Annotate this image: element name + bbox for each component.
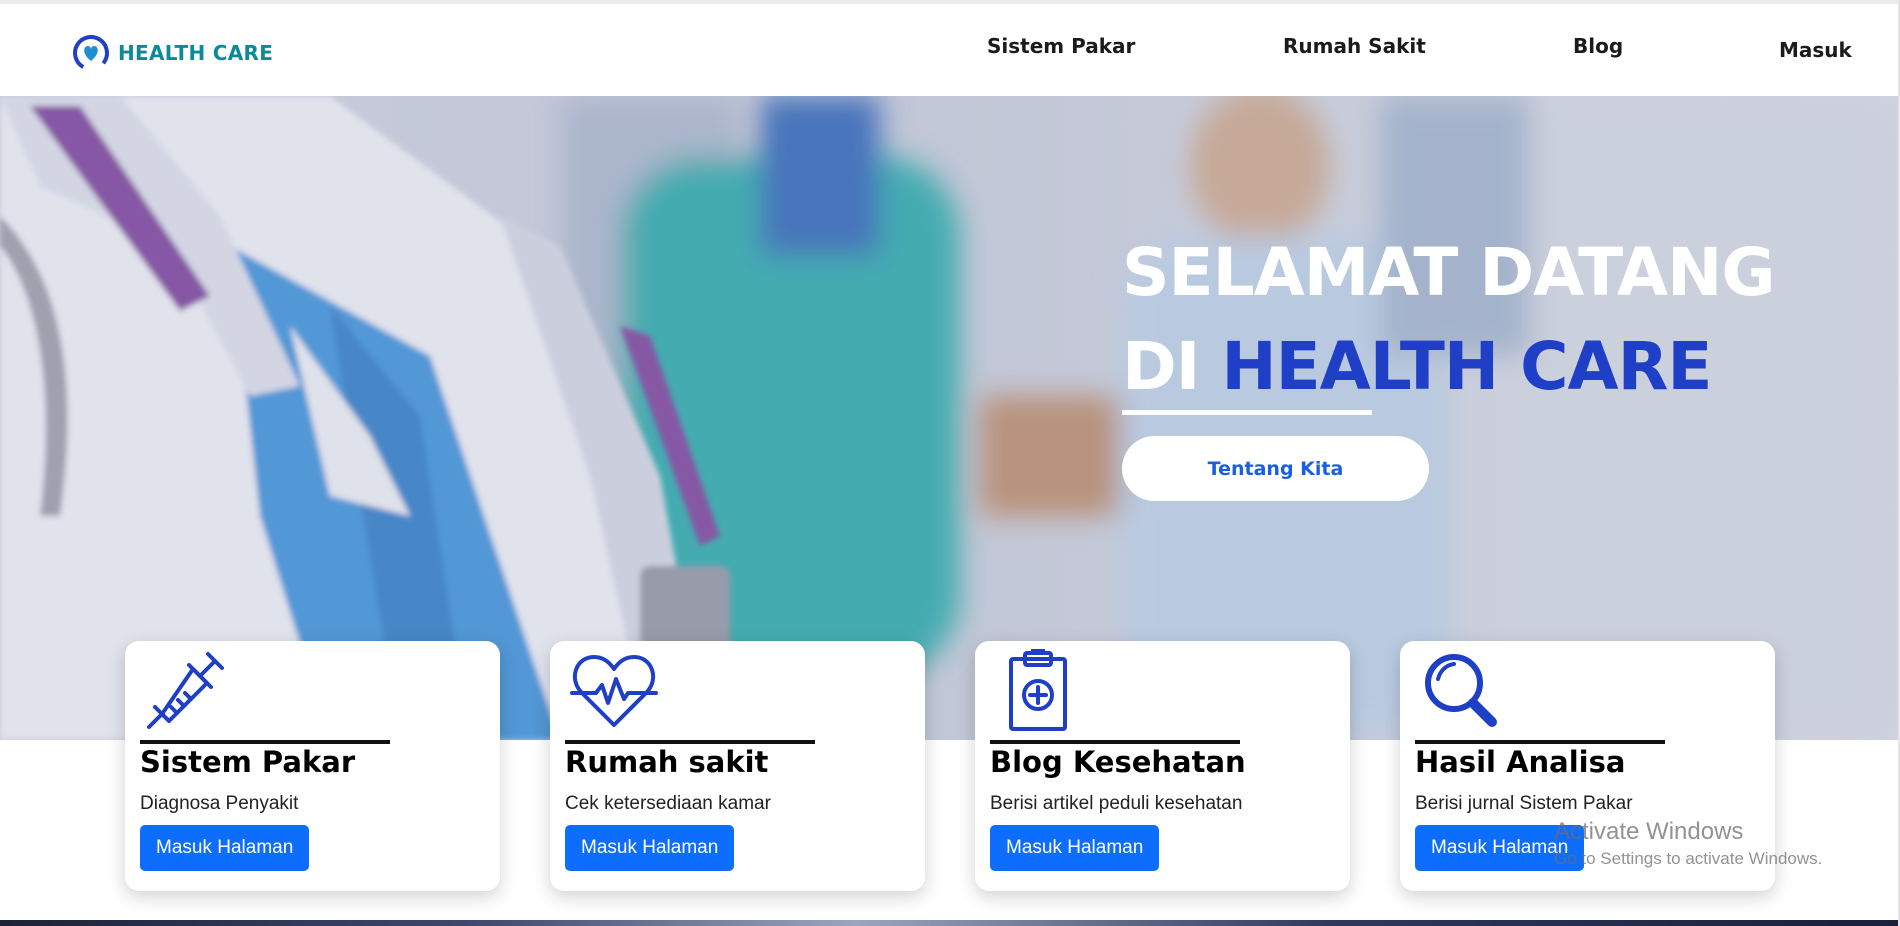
heartbeat-icon xyxy=(570,655,658,727)
watermark-title: Activate Windows xyxy=(1554,818,1744,845)
magnifier-icon xyxy=(1425,654,1497,727)
service-card-sistem-pakar: Sistem Pakar Diagnosa Penyakit Masuk Hal… xyxy=(125,641,500,891)
nav-sistem-pakar[interactable]: Sistem Pakar xyxy=(987,34,1135,58)
heart-hands-logo-icon xyxy=(73,35,109,71)
hero-underline xyxy=(1122,410,1372,415)
card-description: Berisi jurnal Sistem Pakar xyxy=(1415,793,1633,814)
card-divider xyxy=(140,740,390,744)
clipboard-plus-icon xyxy=(1009,649,1067,731)
next-section-edge xyxy=(0,920,1900,926)
card-title: Sistem Pakar xyxy=(140,745,356,779)
syringe-icon xyxy=(147,652,224,729)
card-title: Blog Kesehatan xyxy=(990,745,1246,779)
hero-title-line1: SELAMAT DATANG xyxy=(1122,234,1776,311)
service-card-blog-kesehatan: Blog Kesehatan Berisi artikel peduli kes… xyxy=(975,641,1350,891)
nav-blog[interactable]: Blog xyxy=(1573,34,1623,58)
navbar: HEALTH CARE Sistem Pakar Rumah Sakit Blo… xyxy=(0,4,1900,96)
brand-logo[interactable]: HEALTH CARE xyxy=(70,32,273,74)
card-enter-button[interactable]: Masuk Halaman xyxy=(140,825,310,871)
hero-title: SELAMAT DATANG DI HEALTH CARE xyxy=(1122,226,1776,414)
card-enter-button[interactable]: Masuk Halaman xyxy=(565,825,735,871)
card-description: Diagnosa Penyakit xyxy=(140,793,299,814)
watermark-subtitle: Go to Settings to activate Windows. xyxy=(1554,849,1823,868)
about-us-button[interactable]: Tentang Kita xyxy=(1122,436,1429,501)
card-enter-button[interactable]: Masuk Halaman xyxy=(990,825,1160,871)
card-description: Berisi artikel peduli kesehatan xyxy=(990,793,1243,814)
nav-rumah-sakit[interactable]: Rumah Sakit xyxy=(1283,34,1426,58)
brand-name: HEALTH CARE xyxy=(118,41,274,65)
card-divider xyxy=(565,740,815,744)
card-divider xyxy=(990,740,1240,744)
service-card-rumah-sakit: Rumah sakit Cek ketersediaan kamar Masuk… xyxy=(550,641,925,891)
card-description: Cek ketersediaan kamar xyxy=(565,793,771,814)
hero-title-prefix: DI xyxy=(1122,328,1200,405)
hero-title-accent: HEALTH CARE xyxy=(1221,328,1712,405)
card-title: Hasil Analisa xyxy=(1415,745,1626,779)
card-divider xyxy=(1415,740,1665,744)
nav-masuk[interactable]: Masuk xyxy=(1779,38,1852,62)
card-title: Rumah sakit xyxy=(565,745,769,779)
activate-windows-watermark: Activate Windows Go to Settings to activ… xyxy=(1554,818,1822,869)
